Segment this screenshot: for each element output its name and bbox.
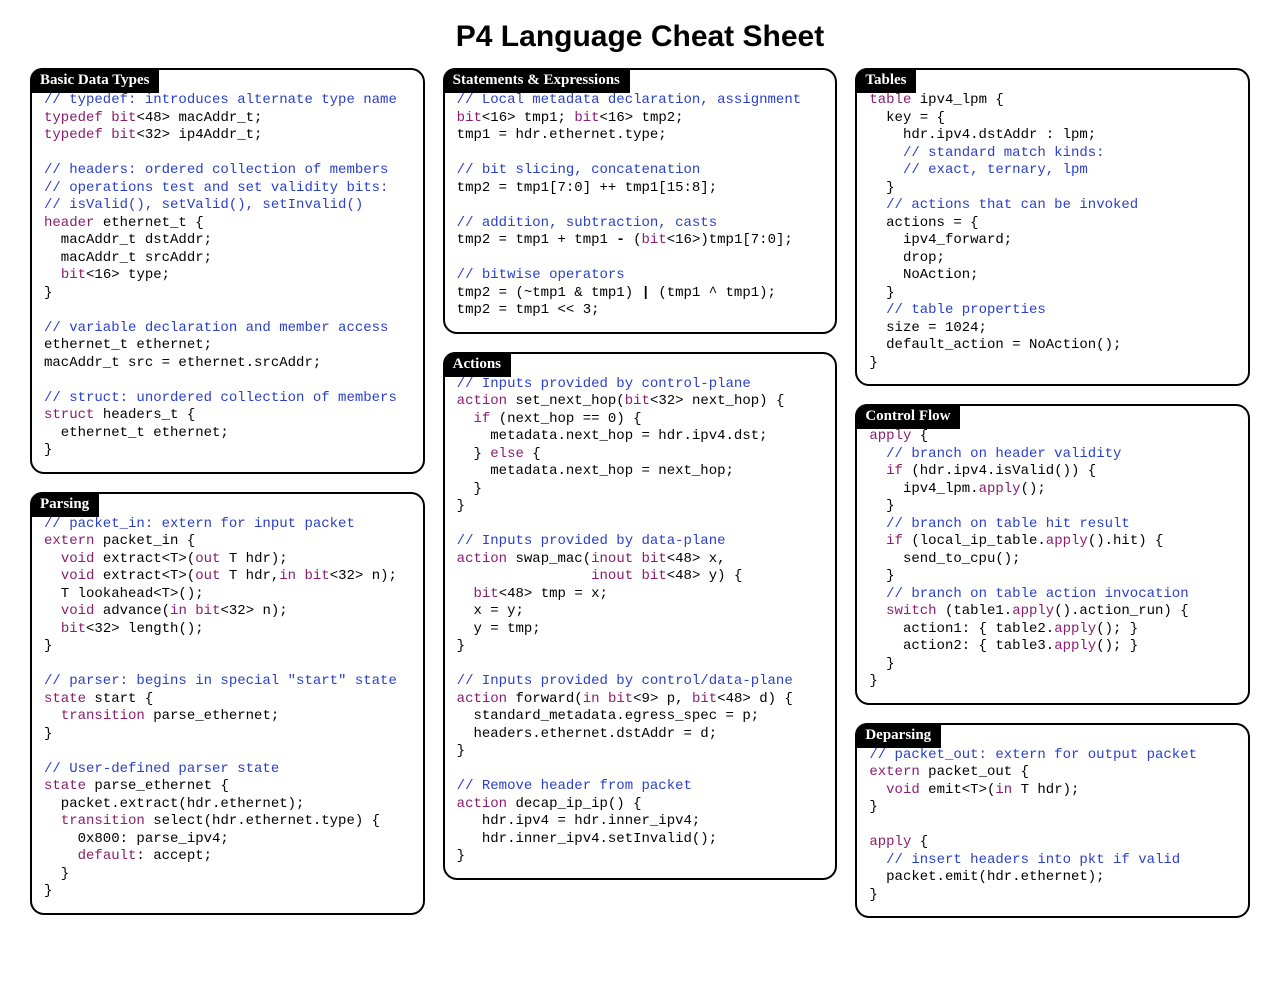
box-control-flow: Control Flow apply { // branch on header… bbox=[855, 404, 1250, 705]
code-block: // packet_out: extern for output packet … bbox=[869, 747, 1236, 905]
box-title: Control Flow bbox=[855, 404, 960, 429]
box-parsing: Parsing // packet_in: extern for input p… bbox=[30, 492, 425, 915]
code-block: // typedef: introduces alternate type na… bbox=[44, 92, 411, 460]
box-title: Deparsing bbox=[855, 723, 941, 748]
box-tables: Tables table ipv4_lpm { key = { hdr.ipv4… bbox=[855, 68, 1250, 386]
code-block: table ipv4_lpm { key = { hdr.ipv4.dstAdd… bbox=[869, 92, 1236, 372]
box-title: Statements & Expressions bbox=[443, 68, 630, 93]
col-1: Basic Data Types // typedef: introduces … bbox=[30, 68, 425, 915]
page-title: P4 Language Cheat Sheet bbox=[30, 20, 1250, 54]
box-title: Tables bbox=[855, 68, 916, 93]
code-block: apply { // branch on header validity if … bbox=[869, 428, 1236, 691]
col-3: Tables table ipv4_lpm { key = { hdr.ipv4… bbox=[855, 68, 1250, 918]
code-block: // Inputs provided by control-plane acti… bbox=[457, 376, 824, 866]
box-statements: Statements & Expressions // Local metada… bbox=[443, 68, 838, 334]
code-block: // packet_in: extern for input packet ex… bbox=[44, 516, 411, 901]
box-actions: Actions // Inputs provided by control-pl… bbox=[443, 352, 838, 880]
box-title: Parsing bbox=[30, 492, 99, 517]
box-title: Actions bbox=[443, 352, 511, 377]
box-basic-data-types: Basic Data Types // typedef: introduces … bbox=[30, 68, 425, 474]
col-2: Statements & Expressions // Local metada… bbox=[443, 68, 838, 880]
code-block: // Local metadata declaration, assignmen… bbox=[457, 92, 824, 320]
box-deparsing: Deparsing // packet_out: extern for outp… bbox=[855, 723, 1250, 919]
box-title: Basic Data Types bbox=[30, 68, 159, 93]
columns: Basic Data Types // typedef: introduces … bbox=[30, 68, 1250, 918]
